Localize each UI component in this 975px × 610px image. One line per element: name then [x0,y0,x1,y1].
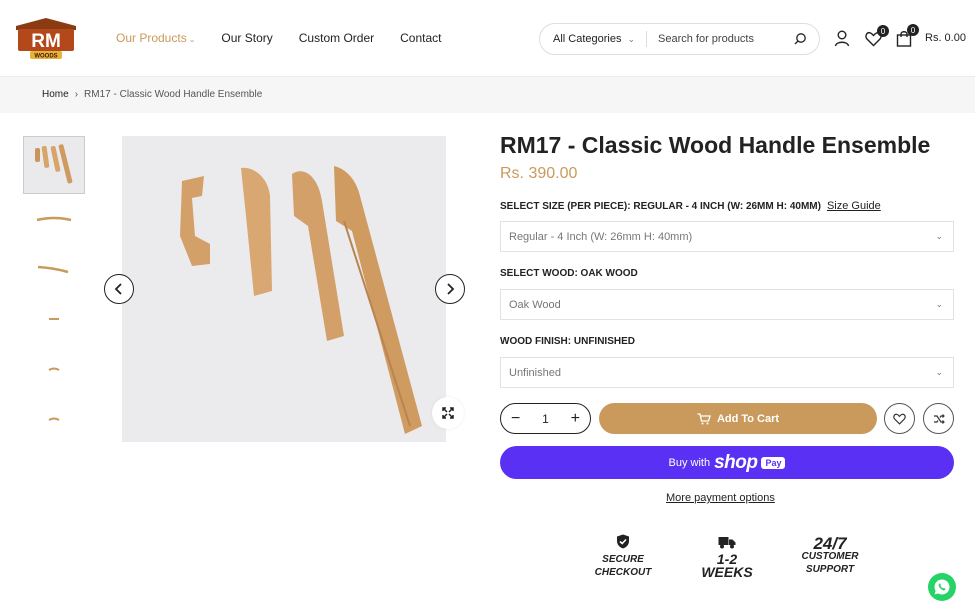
wishlist-count-badge: 0 [877,25,889,37]
chevron-down-icon: ⌄ [935,299,943,309]
size-guide-link[interactable]: Size Guide [827,200,881,212]
add-to-cart-label: Add To Cart [716,412,780,425]
pay-badge: Pay [761,456,786,469]
account-icon[interactable] [834,30,850,47]
wood-select[interactable]: Oak Wood ⌄ [500,289,954,320]
nav-contact[interactable]: Contact [400,31,441,45]
feature-support-line3: SUPPORT [805,564,855,575]
heart-icon [893,413,906,425]
thumbnail-image [37,265,69,274]
shuffle-icon [933,413,945,424]
chevron-right-icon [447,283,455,295]
thumbnail-4[interactable] [23,294,85,344]
breadcrumb: Home › RM17 - Classic Wood Handle Ensemb… [42,89,262,100]
thumbnail-list [23,136,85,444]
logo-text: RM [31,31,61,52]
nav-our-story[interactable]: Our Story [221,31,272,45]
finish-select-value: Unfinished [509,366,561,379]
whatsapp-icon [934,579,950,595]
category-select[interactable]: All Categories ⌄ [540,33,646,45]
next-image-button[interactable] [435,274,465,304]
add-to-wishlist-button[interactable] [884,403,915,434]
thumbnail-2[interactable] [23,194,85,244]
quantity-decrease-button[interactable]: − [511,410,520,427]
wishlist-button[interactable]: 0 [865,25,889,47]
shop-pay-wordmark: shop [714,451,758,473]
product-price: Rs. 390.00 [500,165,578,182]
thumbnail-image [35,144,73,184]
search-divider [646,31,647,47]
size-option-label-text: SELECT SIZE (PER PIECE): REGULAR - 4 INC… [500,201,821,212]
breadcrumb-bar: Home › RM17 - Classic Wood Handle Ensemb… [0,77,975,113]
breadcrumb-separator: › [74,89,79,100]
wood-select-value: Oak Wood [509,298,561,311]
category-select-label: All Categories [553,33,622,45]
cart-button[interactable]: 0 [896,24,919,47]
feature-customer-support: 24/7 CUSTOMER SUPPORT [798,534,862,576]
cart-count-badge: 0 [907,24,919,36]
chevron-down-icon: ⌄ [935,231,943,241]
nav-our-products-label: Our Products [116,31,187,45]
feature-support-line2: CUSTOMER [801,551,859,562]
feature-secure-checkout: SECURE CHECKOUT [592,534,654,579]
chevron-down-icon: ⌄ [935,367,943,377]
thumbnail-5[interactable] [23,344,85,394]
main-nav: Our Products ⌄ Our Story Custom Order Con… [116,31,441,45]
feature-delivery-time: 1-2 WEEKS [700,536,754,579]
cart-total[interactable]: Rs. 0.00 [925,32,966,44]
thumbnail-image [49,318,59,320]
rm-woods-logo[interactable]: RM WOODS [12,16,80,60]
breadcrumb-home[interactable]: Home [42,89,69,100]
nav-our-products[interactable]: Our Products ⌄ [116,31,195,45]
wood-handles-photo [122,136,446,442]
chevron-down-icon: ⌄ [627,33,636,44]
wood-option-label: SELECT WOOD: OAK WOOD [500,268,638,279]
feature-delivery-line2: WEEKS [701,564,753,580]
quantity-value[interactable]: 1 [542,412,549,426]
feature-secure-line1: SECURE [602,554,644,565]
product-title: RM17 - Classic Wood Handle Ensemble [500,132,931,158]
search-bar: All Categories ⌄ [539,23,820,55]
size-select-value: Regular - 4 Inch (W: 26mm H: 40mm) [509,230,693,243]
size-select[interactable]: Regular - 4 Inch (W: 26mm H: 40mm) ⌄ [500,221,954,252]
thumbnail-6[interactable] [23,394,85,444]
product-main-image[interactable] [122,136,446,442]
feature-secure-line2: CHECKOUT [594,567,652,578]
thumbnail-1[interactable] [23,136,85,194]
size-option-label: SELECT SIZE (PER PIECE): REGULAR - 4 INC… [500,200,881,212]
more-payment-options-link[interactable]: More payment options [666,492,775,504]
expand-icon [442,407,454,419]
finish-option-label: WOOD FINISH: UNFINISHED [500,336,635,347]
thumbnail-3[interactable] [23,244,85,294]
thumbnail-image [48,417,60,421]
add-to-cart-button[interactable]: Add To Cart [599,403,877,434]
chevron-down-icon: ⌄ [188,35,196,44]
thumbnail-image [36,216,72,222]
site-header: RM WOODS Our Products ⌄ Our Story Custom … [0,0,975,77]
nav-custom-order[interactable]: Custom Order [299,31,374,45]
quantity-stepper: − 1 + [500,403,591,434]
buy-with-shop-pay-button[interactable]: Buy with shop Pay [500,446,954,479]
feature-support-line1: 24/7 [813,534,847,553]
truck-icon [718,537,736,549]
logo-subtext: WOODS [34,54,57,60]
quantity-increase-button[interactable]: + [571,410,580,427]
thumbnail-image [48,367,60,371]
cart-icon [697,412,711,424]
shield-check-icon [617,534,629,549]
breadcrumb-current: RM17 - Classic Wood Handle Ensemble [84,89,263,100]
finish-select[interactable]: Unfinished ⌄ [500,357,954,388]
buy-with-label: Buy with [668,456,711,469]
chevron-left-icon [114,283,122,295]
search-input[interactable] [658,33,793,45]
search-icon[interactable] [793,32,807,46]
whatsapp-chat-button[interactable] [928,573,956,601]
prev-image-button[interactable] [104,274,134,304]
compare-button[interactable] [923,403,954,434]
zoom-button[interactable] [432,397,464,429]
